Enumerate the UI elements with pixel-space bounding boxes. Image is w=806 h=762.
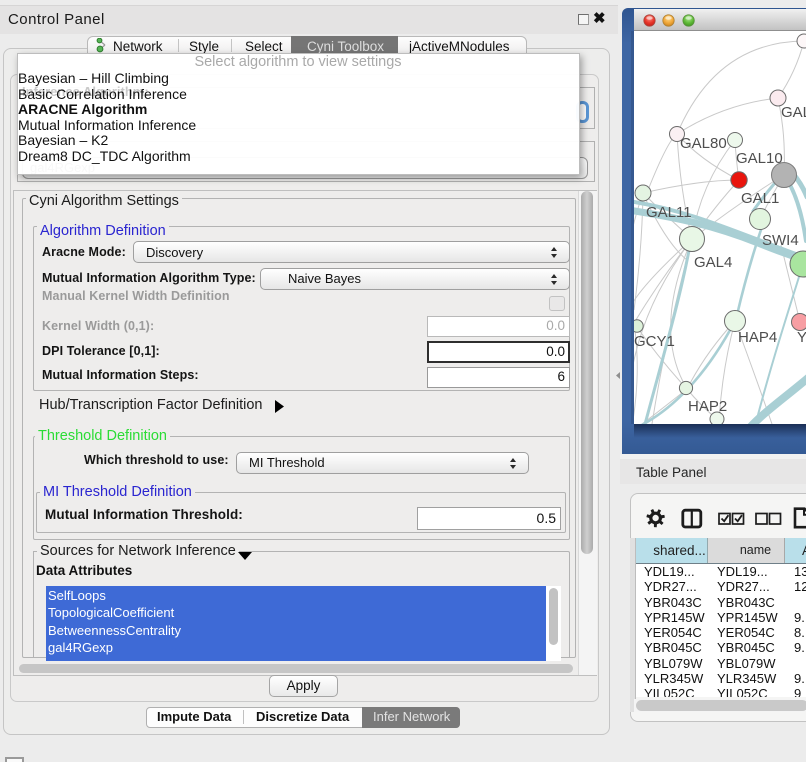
svg-text:GAL7: GAL7 xyxy=(781,104,806,121)
svg-text:GAL1: GAL1 xyxy=(741,190,779,207)
svg-text:HAP2: HAP2 xyxy=(688,398,727,415)
svg-text:HAP4: HAP4 xyxy=(738,329,777,346)
svg-text:GAL10: GAL10 xyxy=(736,150,783,167)
svg-text:GAL80: GAL80 xyxy=(680,135,727,152)
svg-text:GAL4: GAL4 xyxy=(694,254,732,271)
svg-text:SWI4: SWI4 xyxy=(762,232,799,249)
svg-text:GAL11: GAL11 xyxy=(646,204,692,221)
svg-text:Y: Y xyxy=(797,329,806,346)
svg-text:GCY1: GCY1 xyxy=(634,333,675,350)
